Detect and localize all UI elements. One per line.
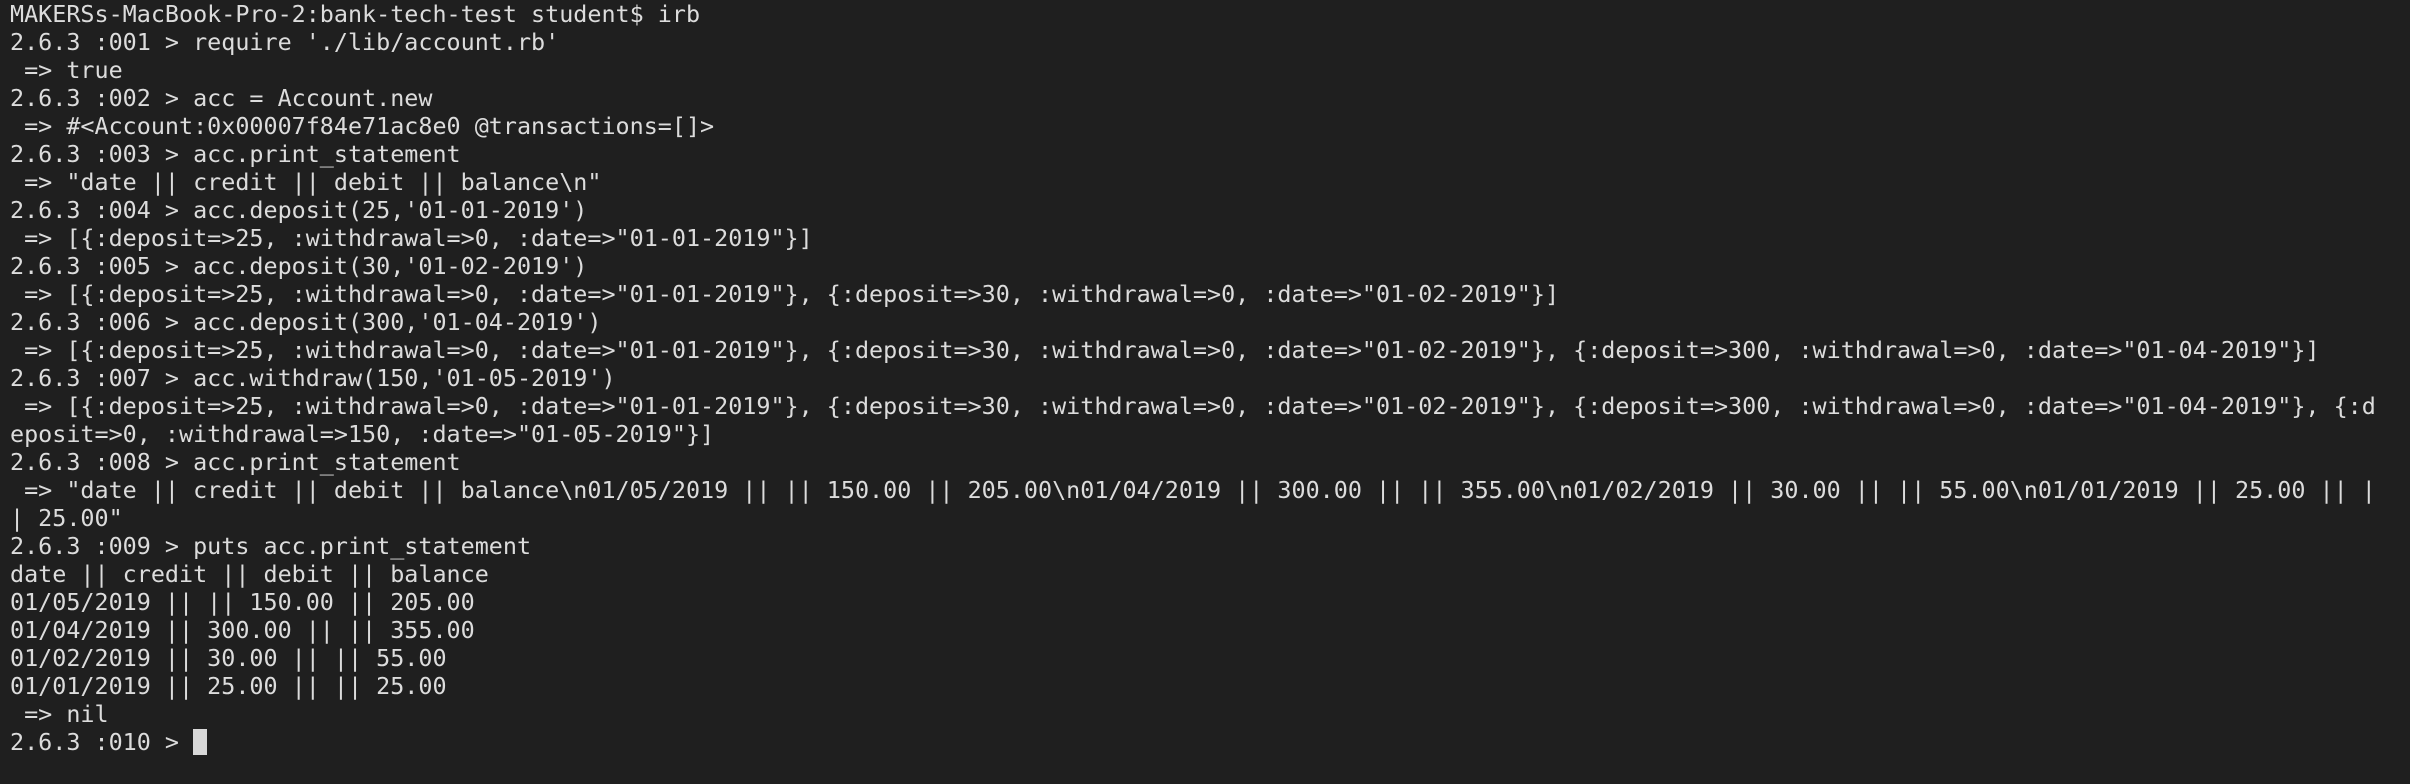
terminal-line: => true — [10, 56, 123, 84]
text-cursor[interactable] — [193, 729, 208, 755]
terminal-line: 2.6.3 :003 > acc.print_statement — [10, 140, 461, 168]
terminal-line: 2.6.3 :004 > acc.deposit(25,'01-01-2019'… — [10, 196, 588, 224]
terminal-line: 2.6.3 :001 > require './lib/account.rb' — [10, 28, 560, 56]
terminal-line: date || credit || debit || balance — [10, 560, 489, 588]
terminal-line: 01/05/2019 || || 150.00 || 205.00 — [10, 588, 475, 616]
terminal-line: 2.6.3 :008 > acc.print_statement — [10, 448, 461, 476]
prompt-line[interactable]: 2.6.3 :010 > — [10, 728, 2400, 756]
terminal-line: eposit=>0, :withdrawal=>150, :date=>"01-… — [10, 420, 715, 448]
terminal-line: => [{:deposit=>25, :withdrawal=>0, :date… — [10, 224, 813, 252]
terminal-line: 01/02/2019 || 30.00 || || 55.00 — [10, 644, 447, 672]
terminal-line: => "date || credit || debit || balance\n… — [10, 476, 2376, 504]
terminal-line: => nil — [10, 700, 109, 728]
terminal-line: MAKERSs-MacBook-Pro-2:bank-tech-test stu… — [10, 0, 701, 28]
terminal-line: 2.6.3 :005 > acc.deposit(30,'01-02-2019'… — [10, 252, 588, 280]
terminal-line: 2.6.3 :007 > acc.withdraw(150,'01-05-201… — [10, 364, 616, 392]
terminal-line: => [{:deposit=>25, :withdrawal=>0, :date… — [10, 392, 2376, 420]
terminal-line: => "date || credit || debit || balance\n… — [10, 168, 602, 196]
terminal-line: => [{:deposit=>25, :withdrawal=>0, :date… — [10, 336, 2320, 364]
terminal-line: 01/01/2019 || 25.00 || || 25.00 — [10, 672, 447, 700]
terminal-line: 01/04/2019 || 300.00 || || 355.00 — [10, 616, 475, 644]
terminal-line: 2.6.3 :002 > acc = Account.new — [10, 84, 433, 112]
terminal-line: => #<Account:0x00007f84e71ac8e0 @transac… — [10, 112, 715, 140]
terminal-line: | 25.00" — [10, 504, 123, 532]
terminal-line: 2.6.3 :006 > acc.deposit(300,'01-04-2019… — [10, 308, 602, 336]
terminal-window[interactable]: MAKERSs-MacBook-Pro-2:bank-tech-test stu… — [0, 0, 2410, 784]
terminal-line: 2.6.3 :009 > puts acc.print_statement — [10, 532, 532, 560]
terminal-line: => [{:deposit=>25, :withdrawal=>0, :date… — [10, 280, 1560, 308]
irb-prompt: 2.6.3 :010 > — [10, 728, 194, 756]
